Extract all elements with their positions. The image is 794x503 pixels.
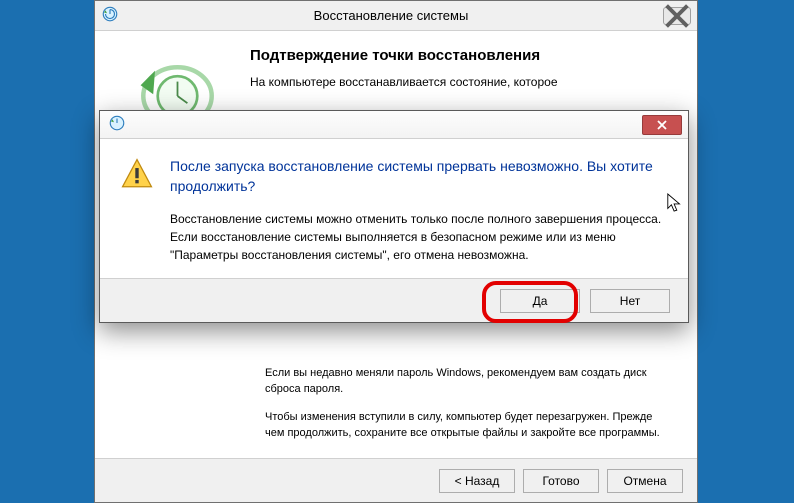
lower-text-block: Если вы недавно меняли пароль Windows, р… — [265, 366, 665, 446]
intro-text: На компьютере восстанавливается состояни… — [250, 74, 677, 91]
back-button[interactable]: < Назад — [439, 469, 515, 493]
restart-note: Чтобы изменения вступили в силу, компьют… — [265, 410, 665, 442]
parent-footer: < Назад Готово Отмена — [95, 458, 697, 502]
close-icon[interactable] — [642, 115, 682, 135]
cancel-button[interactable]: Отмена — [607, 469, 683, 493]
dialog-footer: Да Нет — [100, 278, 688, 322]
parent-close-button[interactable] — [663, 7, 691, 25]
parent-title: Восстановление системы — [119, 8, 663, 23]
confirm-dialog: После запуска восстановление системы пре… — [99, 110, 689, 323]
no-button[interactable]: Нет — [590, 289, 670, 313]
dialog-content: После запуска восстановление системы пре… — [170, 157, 664, 264]
password-note: Если вы недавно меняли пароль Windows, р… — [265, 366, 665, 398]
restore-icon — [108, 114, 126, 135]
dialog-titlebar — [100, 111, 688, 139]
dialog-paragraph: Восстановление системы можно отменить то… — [170, 210, 664, 264]
parent-titlebar: Восстановление системы — [95, 1, 697, 31]
yes-button[interactable]: Да — [500, 289, 580, 313]
dialog-heading: После запуска восстановление системы пре… — [170, 157, 664, 196]
warning-icon — [120, 157, 154, 264]
restore-icon — [101, 5, 119, 26]
finish-button[interactable]: Готово — [523, 469, 599, 493]
confirm-heading: Подтверждение точки восстановления — [250, 47, 677, 64]
dialog-body: После запуска восстановление системы пре… — [100, 139, 688, 278]
